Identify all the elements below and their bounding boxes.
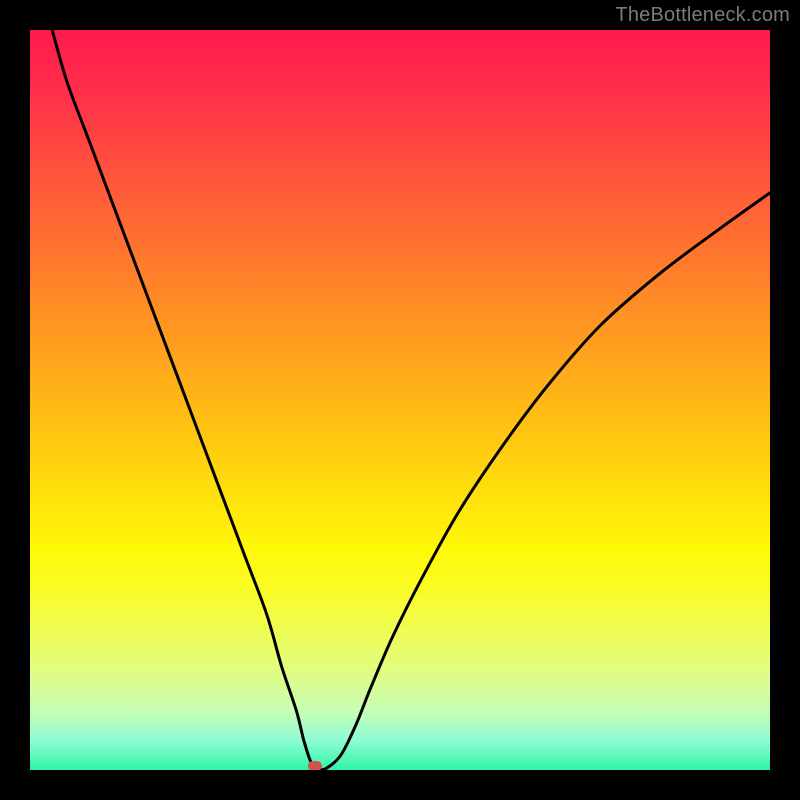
bottleneck-curve-svg <box>30 30 770 770</box>
bottleneck-curve-path <box>52 30 770 770</box>
watermark-text: TheBottleneck.com <box>615 4 790 27</box>
chart-frame: TheBottleneck.com <box>0 0 800 800</box>
minimum-marker-icon <box>308 761 322 770</box>
plot-area <box>30 30 770 770</box>
